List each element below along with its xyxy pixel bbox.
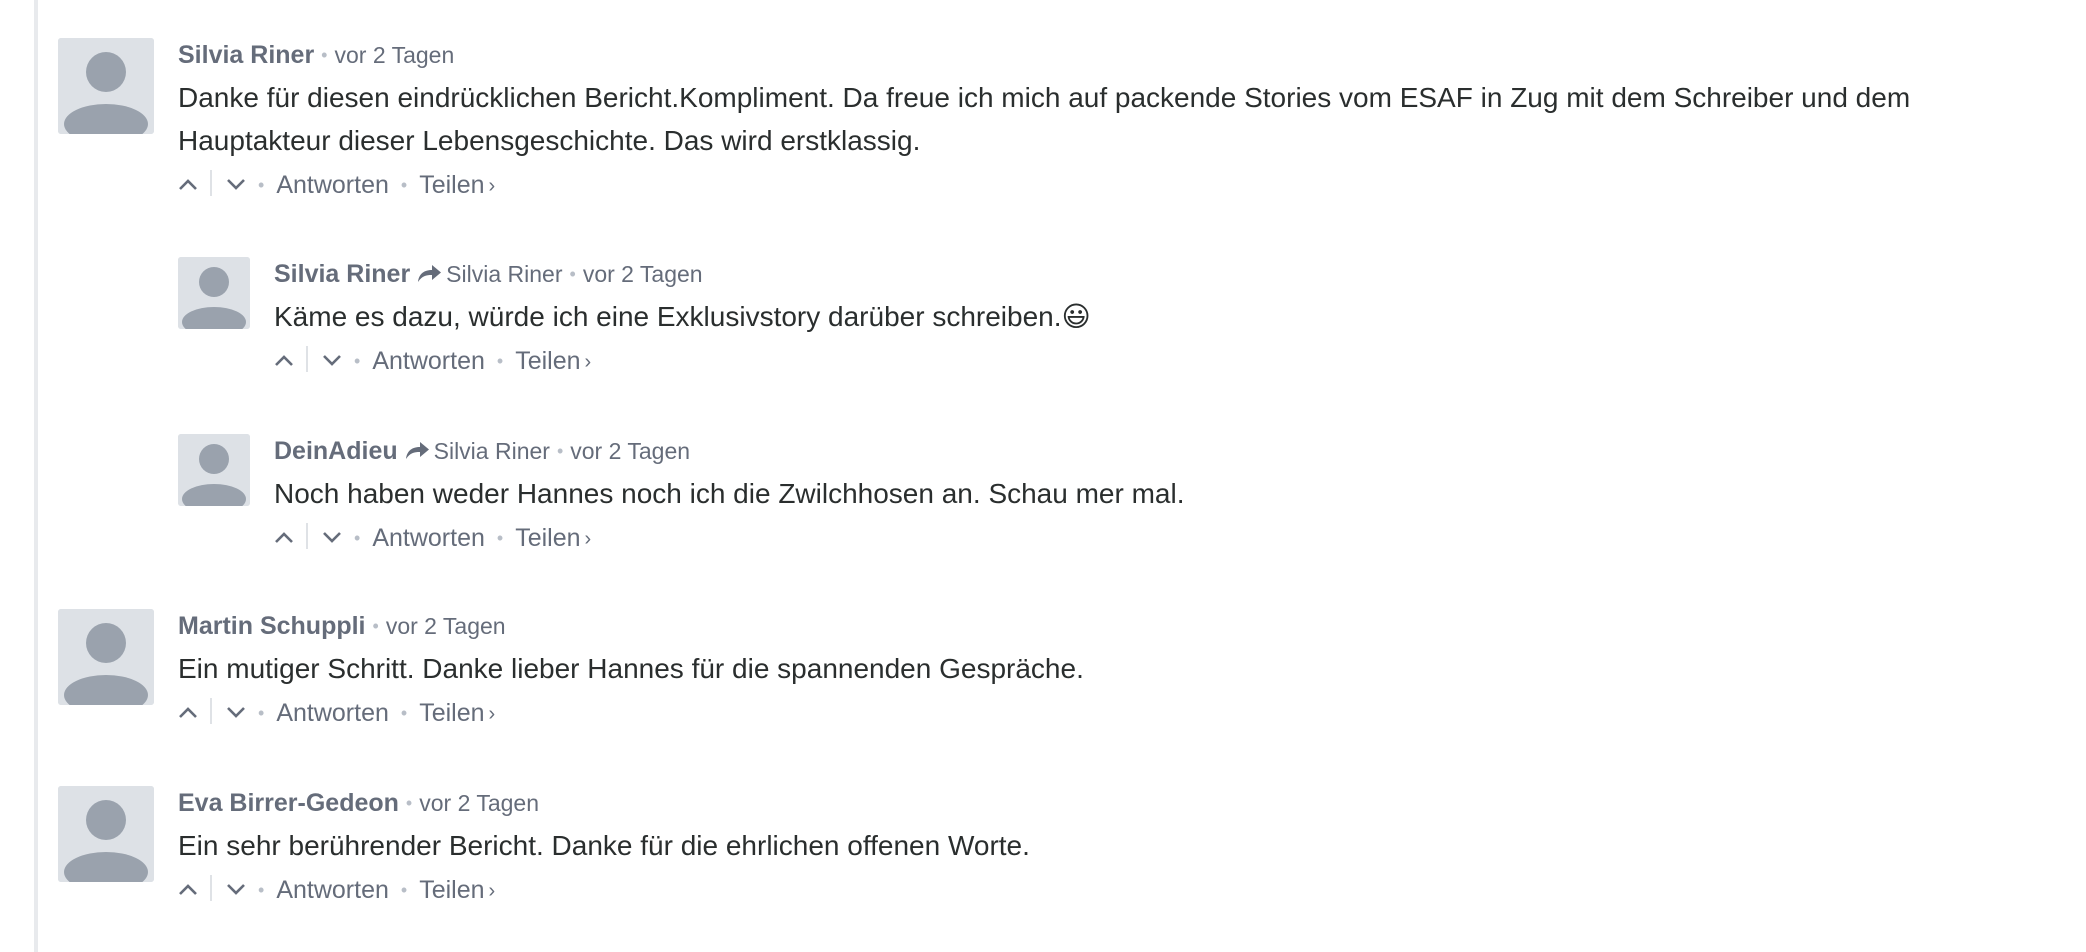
- default-user-avatar-icon: [178, 257, 250, 329]
- chevron-up-icon[interactable]: [274, 353, 294, 367]
- meta-separator: •: [556, 441, 564, 461]
- chevron-up-icon[interactable]: [274, 530, 294, 544]
- comment-time[interactable]: vor 2 Tagen: [334, 42, 454, 68]
- meta-separator: •: [569, 264, 576, 284]
- action-separator: •: [400, 175, 408, 195]
- avatar[interactable]: [58, 609, 154, 705]
- action-separator: •: [258, 175, 265, 195]
- reply-button[interactable]: Antworten: [372, 347, 485, 375]
- chevron-right-icon: ›: [488, 880, 496, 902]
- share-button[interactable]: Teilen ›: [515, 347, 591, 375]
- action-separator: •: [258, 880, 265, 900]
- chevron-up-icon[interactable]: [178, 882, 198, 896]
- share-label: Teilen: [419, 876, 485, 904]
- action-separator: •: [400, 880, 408, 900]
- comment-author[interactable]: Silvia Riner: [274, 260, 410, 288]
- comment-text: Käme es dazu, würde ich eine Exklusivsto…: [274, 301, 1091, 332]
- comment-body: Martin Schuppli • vor 2 Tagen Ein mutiger …: [178, 609, 2068, 733]
- avatar[interactable]: [178, 257, 250, 329]
- comment-body: Silvia Riner Silvia Riner • vor 2 Tagen Käm…: [274, 257, 2054, 381]
- action-separator: •: [258, 703, 265, 723]
- reply-to-author[interactable]: Silvia Riner: [446, 261, 562, 287]
- reply-button[interactable]: Antworten: [276, 699, 389, 727]
- share-label: Teilen: [515, 347, 581, 375]
- comment-actions: • Antworten • Teilen ›: [274, 518, 2054, 558]
- comment-time[interactable]: vor 2 Tagen: [386, 613, 506, 639]
- share-button[interactable]: Teilen ›: [419, 876, 495, 904]
- default-user-avatar-icon: [178, 434, 250, 506]
- vote-divider: [306, 346, 308, 373]
- meta-separator: •: [405, 793, 413, 813]
- reply-arrow-icon: [405, 442, 429, 459]
- meta-separator: •: [372, 616, 379, 636]
- comment-text: Ein sehr berührender Bericht. Danke für …: [178, 830, 1030, 861]
- comment-meta: Silvia Riner Silvia Riner • vor 2 Tagen: [274, 257, 2054, 291]
- comment-author[interactable]: DeinAdieu: [274, 437, 398, 465]
- action-separator: •: [354, 528, 361, 548]
- comment-time[interactable]: vor 2 Tagen: [583, 261, 703, 287]
- comment-text: Noch haben weder Hannes noch ich die Zwi…: [274, 478, 1185, 509]
- reply-arrow-icon: [418, 265, 442, 282]
- share-label: Teilen: [515, 524, 581, 552]
- vote-divider: [210, 875, 212, 902]
- avatar[interactable]: [58, 38, 154, 134]
- comment-text: Ein mutiger Schritt. Danke lieber Hannes…: [178, 653, 1084, 684]
- chevron-right-icon: ›: [584, 351, 592, 373]
- reply-button[interactable]: Antworten: [276, 876, 389, 904]
- chevron-down-icon[interactable]: [322, 530, 342, 544]
- action-separator: •: [496, 351, 504, 371]
- action-separator: •: [496, 528, 504, 548]
- default-user-avatar-icon: [58, 609, 154, 705]
- reply-to-author[interactable]: Silvia Riner: [434, 438, 550, 464]
- comment-meta: DeinAdieu Silvia Riner • vor 2 Tagen: [274, 434, 2054, 468]
- comment-body: DeinAdieu Silvia Riner • vor 2 Tagen Noch h…: [274, 434, 2054, 558]
- chevron-down-icon[interactable]: [322, 353, 342, 367]
- share-button[interactable]: Teilen ›: [419, 171, 495, 199]
- comment-author[interactable]: Martin Schuppli: [178, 612, 366, 640]
- comment-time[interactable]: vor 2 Tagen: [419, 790, 539, 816]
- reply-button[interactable]: Antworten: [276, 171, 389, 199]
- share-label: Teilen: [419, 171, 485, 199]
- default-user-avatar-icon: [58, 786, 154, 882]
- comment-body: Silvia Riner • vor 2 Tagen Danke für diese…: [178, 38, 2068, 205]
- vote-divider: [210, 170, 212, 197]
- action-separator: •: [400, 703, 408, 723]
- action-separator: •: [354, 351, 361, 371]
- comment-meta: Silvia Riner • vor 2 Tagen: [178, 38, 2068, 72]
- comment-actions: • Antworten • Teilen ›: [178, 870, 2068, 910]
- share-button[interactable]: Teilen ›: [419, 699, 495, 727]
- share-label: Teilen: [419, 699, 485, 727]
- vote-divider: [210, 698, 212, 725]
- reply-button[interactable]: Antworten: [372, 524, 485, 552]
- chevron-up-icon[interactable]: [178, 177, 198, 191]
- chevron-down-icon[interactable]: [226, 177, 246, 191]
- comment-meta: Martin Schuppli • vor 2 Tagen: [178, 609, 2068, 643]
- comment-actions: • Antworten • Teilen ›: [178, 693, 2068, 733]
- comment-text: Danke für diesen eindrücklichen Bericht.…: [178, 82, 1911, 156]
- chevron-right-icon: ›: [488, 703, 496, 725]
- comment-thread: Silvia Riner • vor 2 Tagen Danke für diese…: [0, 0, 2086, 952]
- chevron-down-icon[interactable]: [226, 705, 246, 719]
- chevron-down-icon[interactable]: [226, 882, 246, 896]
- comment-actions: • Antworten • Teilen ›: [178, 165, 2068, 205]
- chevron-right-icon: ›: [488, 175, 496, 197]
- comment-author[interactable]: Silvia Riner: [178, 41, 314, 69]
- comment-author[interactable]: Eva Birrer-Gedeon: [178, 789, 399, 817]
- avatar[interactable]: [58, 786, 154, 882]
- share-button[interactable]: Teilen ›: [515, 524, 591, 552]
- vote-divider: [306, 523, 308, 550]
- comment-time[interactable]: vor 2 Tagen: [570, 438, 690, 464]
- comment-actions: • Antworten • Teilen ›: [274, 341, 2054, 381]
- comment-body: Eva Birrer-Gedeon • vor 2 Tagen Ein sehr b…: [178, 786, 2068, 910]
- meta-separator: •: [321, 45, 328, 65]
- comment-meta: Eva Birrer-Gedeon • vor 2 Tagen: [178, 786, 2068, 820]
- chevron-right-icon: ›: [584, 528, 592, 550]
- chevron-up-icon[interactable]: [178, 705, 198, 719]
- avatar[interactable]: [178, 434, 250, 506]
- default-user-avatar-icon: [58, 38, 154, 134]
